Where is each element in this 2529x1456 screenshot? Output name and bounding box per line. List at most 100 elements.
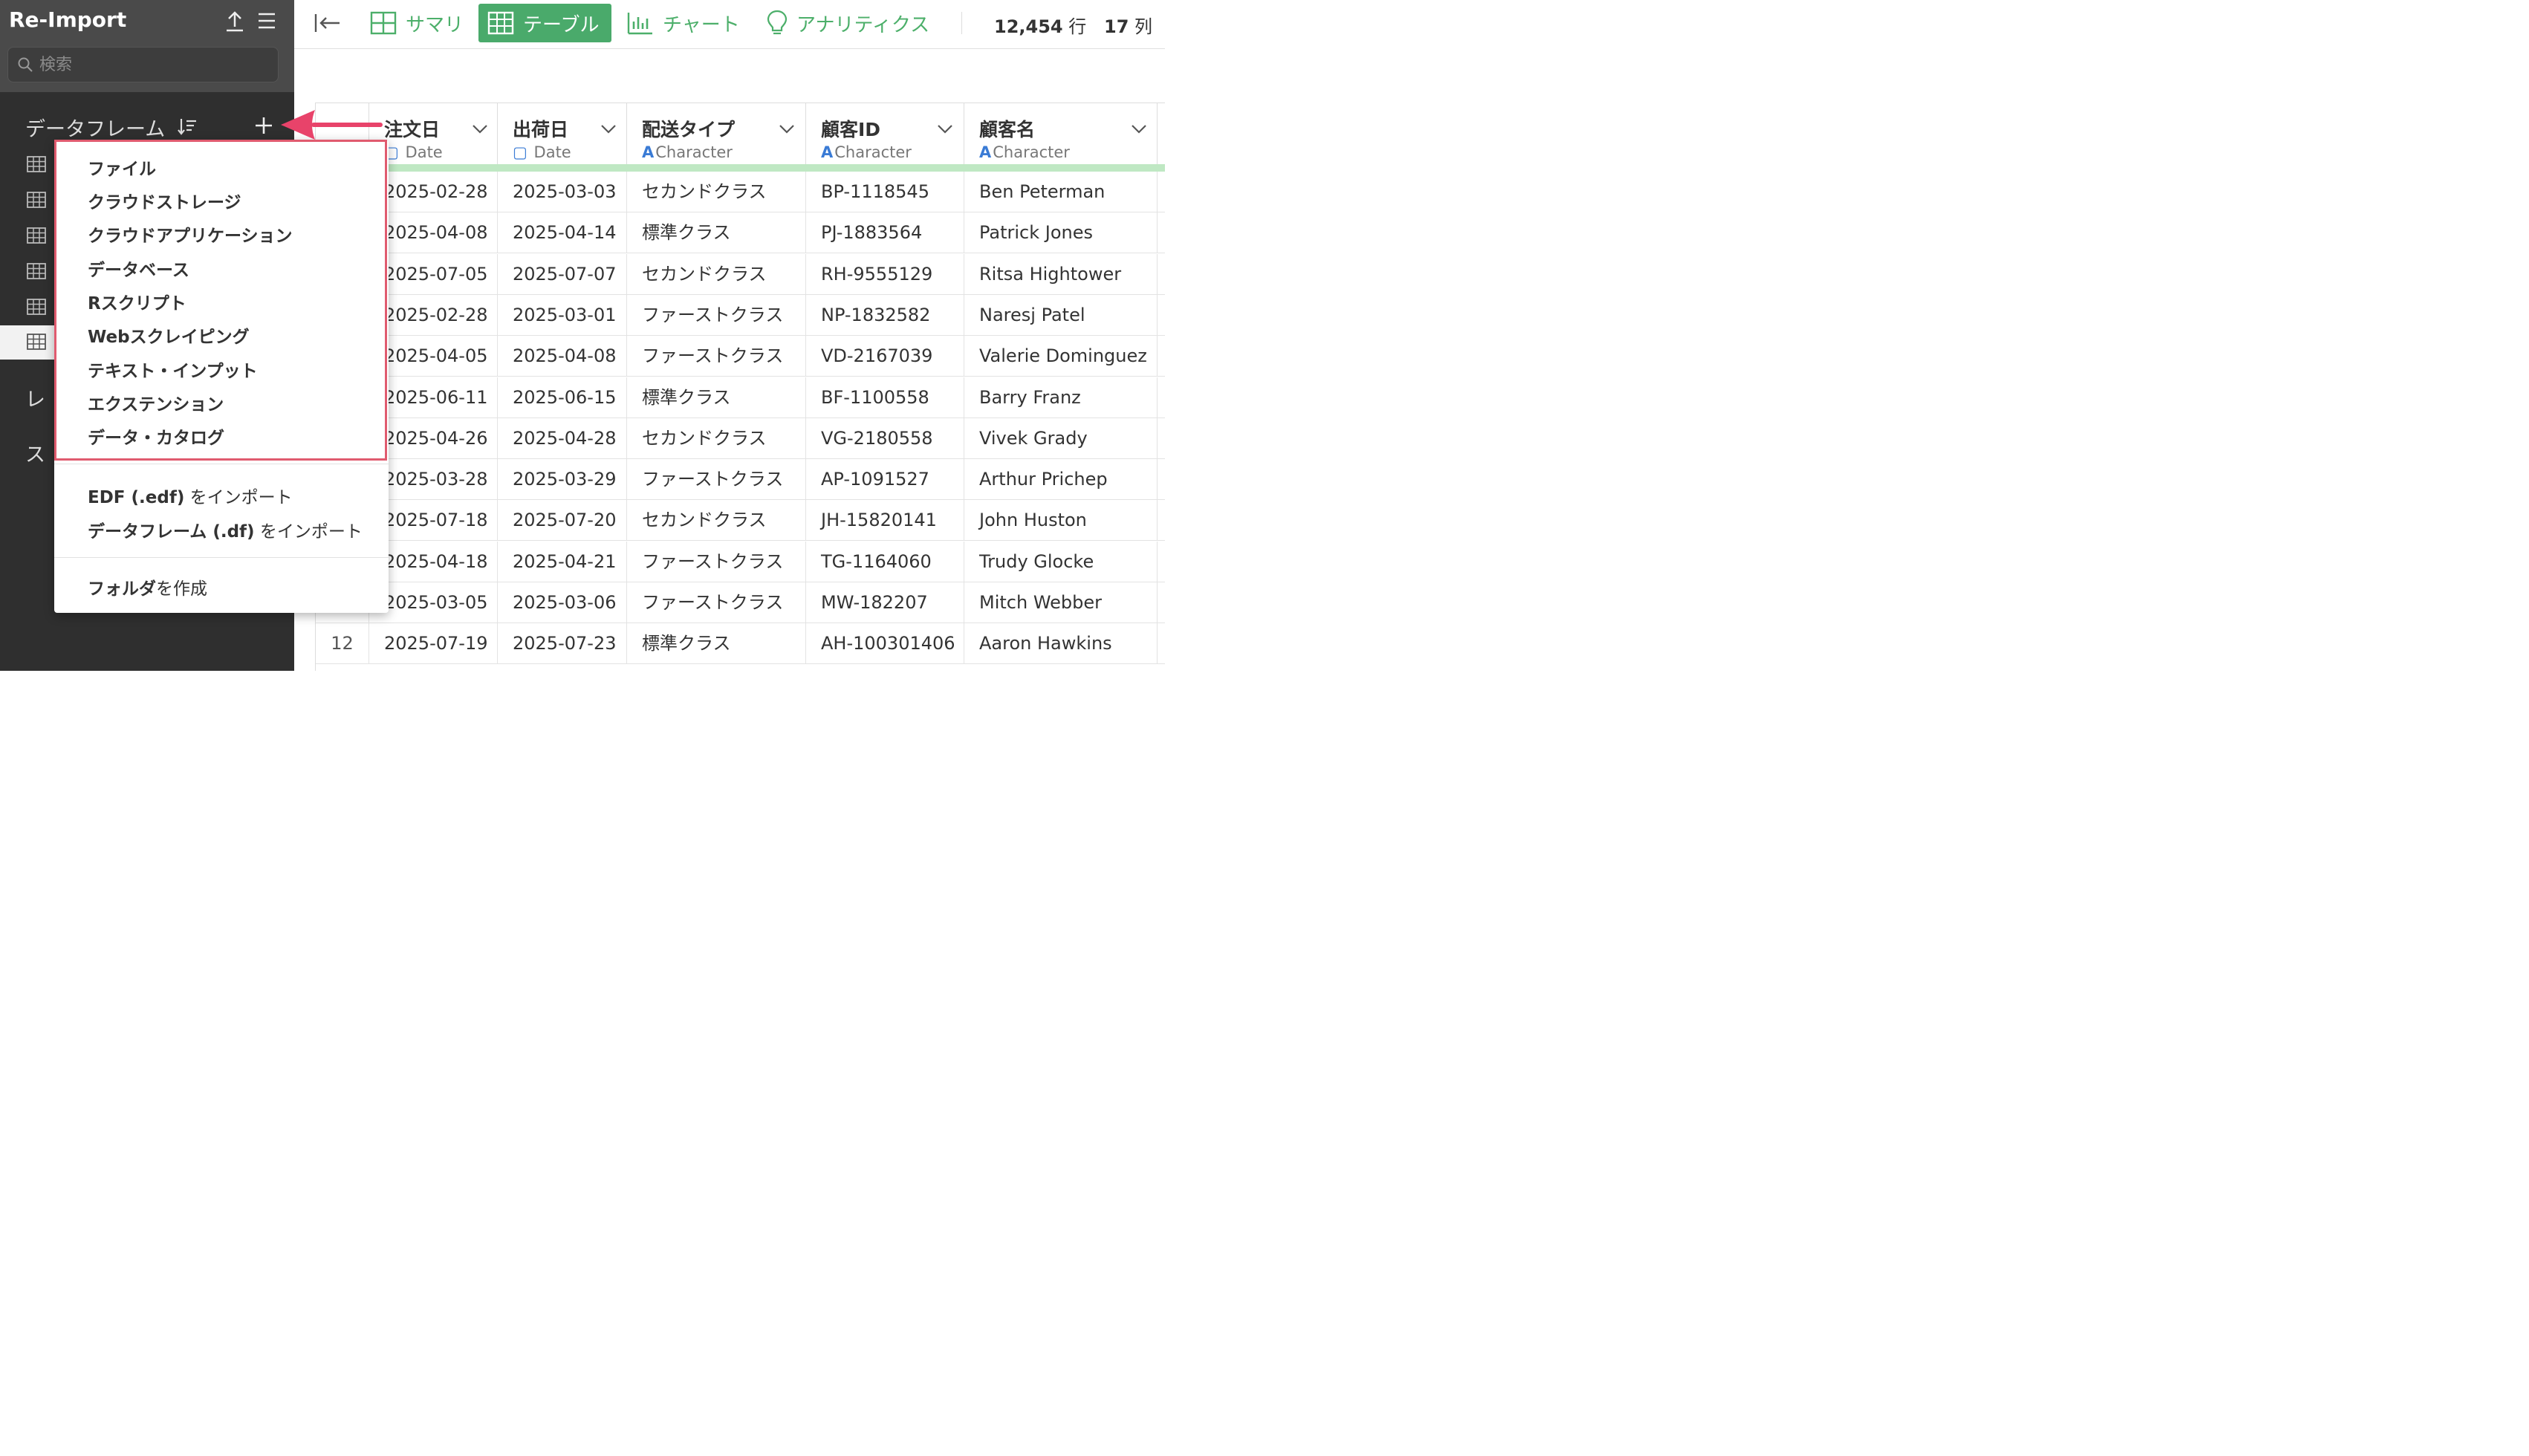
menu-item-create-folder[interactable]: フォルダを作成 xyxy=(88,574,207,599)
upload-icon[interactable] xyxy=(224,10,245,33)
table-cell: 2025-03-01 xyxy=(498,294,627,336)
chevron-down-icon[interactable] xyxy=(1131,124,1147,134)
hamburger-menu-icon[interactable] xyxy=(257,12,276,30)
sort-icon[interactable] xyxy=(177,116,198,137)
menu-item-import-df[interactable]: データフレーム (.df) をインポート xyxy=(88,517,363,542)
table-row[interactable]: 2025-03-05 2025-03-06 ファーストクラス MW-182207 Mit… xyxy=(316,582,1165,623)
table-cell: 2025-04-14 xyxy=(498,212,627,254)
table-cell: Vivek Grady xyxy=(964,417,1158,459)
table-row[interactable]: 2025-07-18 2025-07-20 セカンドクラス JH-15820141 Jo… xyxy=(316,500,1165,542)
table-cell: MW-182207 xyxy=(806,582,964,623)
table-cell: 標準クラス xyxy=(627,377,806,418)
menu-item-data-catalog[interactable]: データ・カタログ xyxy=(88,423,224,449)
column-header[interactable]: 顧客名 ACharacter xyxy=(964,103,1158,164)
add-dataframe-icon[interactable] xyxy=(253,114,275,137)
table-row[interactable]: 2025-04-26 2025-04-28 セカンドクラス VG-2180558 Viv… xyxy=(316,417,1165,459)
table-row[interactable]: 12 2025-07-19 2025-07-23 標準クラス AH-100301406 A… xyxy=(316,623,1165,665)
column-header[interactable]: 出荷日 ▢ Date xyxy=(498,103,627,164)
lightbulb-icon xyxy=(767,10,788,35)
summary-icon xyxy=(370,11,397,35)
data-table: 注文日 ▢ Date 出荷日 ▢ Date 配送タイプ ACharacter 顧… xyxy=(315,103,1165,671)
table-cell: Patrick Jones xyxy=(964,212,1158,254)
character-type-icon: A xyxy=(821,143,834,161)
table-cell: Trudy Glocke xyxy=(964,541,1158,582)
table-row[interactable]: 2025-02-28 2025-03-01 ファーストクラス NP-1832582 Na… xyxy=(316,294,1165,336)
scripts-section-title: ス xyxy=(25,443,45,467)
chevron-down-icon[interactable] xyxy=(937,124,953,134)
table-icon xyxy=(27,299,46,315)
menu-item-web-scraping[interactable]: Webスクレイピング xyxy=(88,322,250,348)
table-cell: 2025-03-06 xyxy=(498,582,627,623)
table-cell: 2025-06-15 xyxy=(498,377,627,418)
tab-analytics[interactable]: アナリティクス xyxy=(758,4,938,42)
table-cell: 2025-03-03 xyxy=(498,172,627,212)
character-type-icon: A xyxy=(979,143,992,161)
table-cell: John Huston xyxy=(964,500,1158,542)
table-cell: AH-100301406 xyxy=(806,623,964,665)
chevron-down-icon[interactable] xyxy=(472,124,488,134)
search-box[interactable] xyxy=(7,47,279,82)
menu-item-database[interactable]: データベース xyxy=(88,256,189,281)
table-cell: VD-2167039 xyxy=(806,336,964,377)
rows-count: 12,454 行 xyxy=(994,16,1087,37)
table-cell: Barry Franz xyxy=(964,377,1158,418)
sidebar-header: Re-Import xyxy=(0,0,294,92)
table-cell: Valerie Dominguez xyxy=(964,336,1158,377)
table-cell: ファーストクラス xyxy=(627,582,806,623)
menu-item-r-script[interactable]: Rスクリプト xyxy=(88,289,186,314)
menu-item-text-input[interactable]: テキスト・インプット xyxy=(88,357,258,382)
data-quality-bar xyxy=(316,164,1165,172)
table-cell: セカンドクラス xyxy=(627,417,806,459)
table-cell: Aaron Hawkins xyxy=(964,623,1158,665)
menu-item-file[interactable]: ファイル xyxy=(88,155,156,180)
columns-count: 17 列 xyxy=(1104,16,1153,37)
table-cell: セカンドクラス xyxy=(627,172,806,212)
tab-summary[interactable]: サマリ xyxy=(361,4,473,42)
chevron-down-icon[interactable] xyxy=(600,124,617,134)
date-type-icon: ▢ xyxy=(513,143,527,161)
table-cell: 2025-04-08 xyxy=(498,336,627,377)
search-input[interactable] xyxy=(39,53,262,76)
table-cell: 2025-07-19 xyxy=(369,623,498,665)
table-cell: VG-2180558 xyxy=(806,417,964,459)
column-header[interactable]: 顧客ID ACharacter xyxy=(806,103,964,164)
annotation-arrow-icon xyxy=(281,110,383,140)
table-cell: Ben Peterman xyxy=(964,172,1158,212)
table-cell: AP-1091527 xyxy=(806,459,964,501)
table-cell: ファーストクラス xyxy=(627,541,806,582)
table-row[interactable]: 2025-04-08 2025-04-14 標準クラス PJ-1883564 Patri… xyxy=(316,212,1165,254)
table-row[interactable]: 2025-04-05 2025-04-08 ファーストクラス VD-2167039 Va… xyxy=(316,336,1165,377)
search-icon xyxy=(18,57,33,72)
column-header[interactable]: 配送タイプ ACharacter xyxy=(627,103,806,164)
tab-table-label: テーブル xyxy=(523,13,600,36)
table-row[interactable]: 2025-04-18 2025-04-21 ファーストクラス TG-1164060 Tr… xyxy=(316,541,1165,582)
table-row[interactable]: 2025-07-05 2025-07-07 セカンドクラス RH-9555129 Rit… xyxy=(316,253,1165,295)
table-cell: JH-15820141 xyxy=(806,500,964,542)
table-cell: セカンドクラス xyxy=(627,500,806,542)
table-cell: BF-1100558 xyxy=(806,377,964,418)
tab-chart[interactable]: チャート xyxy=(618,4,749,42)
chevron-down-icon[interactable] xyxy=(779,124,795,134)
tab-analytics-label: アナリティクス xyxy=(796,13,930,36)
menu-item-cloud-application[interactable]: クラウドアプリケーション xyxy=(88,221,293,247)
table-row[interactable]: 2025-02-28 2025-03-03 セカンドクラス BP-1118545 Ben… xyxy=(316,172,1165,212)
table-cell: Mitch Webber xyxy=(964,582,1158,623)
table-cell: PJ-1883564 xyxy=(806,212,964,254)
table-row[interactable]: 2025-06-11 2025-06-15 標準クラス BF-1100558 Barry… xyxy=(316,377,1165,418)
menu-item-import-edf[interactable]: EDF (.edf) をインポート xyxy=(88,483,293,508)
tab-summary-label: サマリ xyxy=(406,13,464,36)
menu-item-extension[interactable]: エクステンション xyxy=(88,390,224,415)
add-dataframe-menu: ファイル クラウドストレージ クラウドアプリケーション データベース Rスクリプ… xyxy=(54,140,389,613)
table-cell: Naresj Patel xyxy=(964,294,1158,336)
table-cell: NP-1832582 xyxy=(806,294,964,336)
menu-item-cloud-storage[interactable]: クラウドストレージ xyxy=(88,188,241,213)
table-row[interactable]: 2025-03-28 2025-03-29 ファーストクラス AP-1091527 Ar… xyxy=(316,459,1165,501)
table-cell: BP-1118545 xyxy=(806,172,964,212)
table-icon xyxy=(27,334,46,350)
app-title: Re-Import xyxy=(9,7,127,32)
table-cell: 2025-07-07 xyxy=(498,253,627,295)
table-icon xyxy=(27,263,46,279)
collapse-sidebar-icon[interactable] xyxy=(314,12,342,34)
tab-table[interactable]: テーブル xyxy=(478,4,611,42)
table-cell: Ritsa Hightower xyxy=(964,253,1158,295)
